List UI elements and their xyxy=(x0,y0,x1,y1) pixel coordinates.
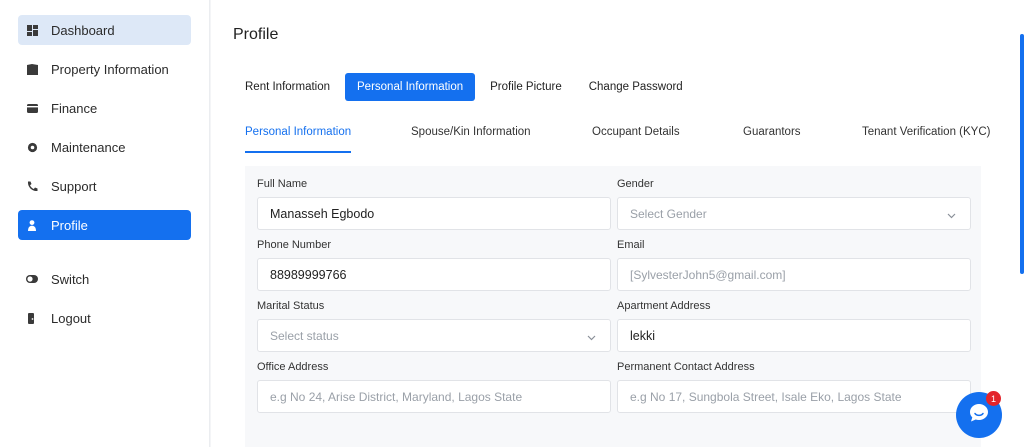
marital-status-label: Marital Status xyxy=(257,300,325,312)
phone-number-label: Phone Number xyxy=(257,239,331,251)
gear-icon xyxy=(26,141,38,153)
chevron-down-icon xyxy=(947,209,956,219)
gender-placeholder: Select Gender xyxy=(630,206,707,221)
marital-status-placeholder: Select status xyxy=(270,328,339,343)
switch-icon xyxy=(26,273,38,285)
sidebar-item-label: Support xyxy=(51,178,97,194)
sidebar-item-label: Profile xyxy=(51,217,88,233)
email-input[interactable]: [SylvesterJohn5@gmail.com] xyxy=(617,258,971,291)
sidebar-item-switch[interactable]: Switch xyxy=(18,264,191,294)
chat-notification-badge: 1 xyxy=(986,391,1001,406)
sidebar-item-property-information[interactable]: Property Information xyxy=(18,54,191,84)
page-title: Profile xyxy=(233,26,279,43)
phone-number-input[interactable]: 88989999766 xyxy=(257,258,611,291)
dashboard-icon xyxy=(26,24,38,36)
apartment-address-value: lekki xyxy=(630,328,656,343)
sidebar-item-finance[interactable]: Finance xyxy=(18,93,191,123)
sidebar-item-logout[interactable]: Logout xyxy=(18,303,191,333)
office-address-label: Office Address xyxy=(257,361,329,373)
apartment-address-label: Apartment Address xyxy=(617,300,711,312)
profile-tabs: Rent Information Personal Information Pr… xyxy=(233,73,698,101)
sidebar-item-label: Dashboard xyxy=(51,22,115,38)
full-name-label: Full Name xyxy=(257,178,308,190)
tab-profile-picture[interactable]: Profile Picture xyxy=(478,73,574,101)
main-content: Profile Rent Information Personal Inform… xyxy=(211,0,1024,447)
full-name-input[interactable]: Manasseh Egbodo xyxy=(257,197,611,230)
office-address-input[interactable]: e.g No 24, Arise District, Maryland, Lag… xyxy=(257,380,611,413)
logout-icon xyxy=(26,312,38,324)
permanent-address-label: Permanent Contact Address xyxy=(617,361,755,373)
sidebar-item-label: Switch xyxy=(51,271,90,287)
subtab-spouse-kin-information[interactable]: Spouse/Kin Information xyxy=(411,126,531,152)
building-icon xyxy=(26,63,38,75)
full-name-value: Manasseh Egbodo xyxy=(270,206,375,221)
subtab-occupant-details[interactable]: Occupant Details xyxy=(592,126,680,152)
user-icon xyxy=(26,219,38,231)
marital-status-select[interactable]: Select status xyxy=(257,319,611,352)
email-placeholder: [SylvesterJohn5@gmail.com] xyxy=(630,267,786,282)
sidebar-item-label: Finance xyxy=(51,100,98,116)
chat-bubble-icon xyxy=(968,402,990,429)
tab-personal-information[interactable]: Personal Information xyxy=(345,73,476,101)
chevron-down-icon xyxy=(587,331,596,341)
gender-select[interactable]: Select Gender xyxy=(617,197,971,230)
sidebar-item-label: Logout xyxy=(51,310,91,326)
permanent-address-input[interactable]: e.g No 17, Sungbola Street, Isale Eko, L… xyxy=(617,380,971,413)
personal-information-form: Full Name Manasseh Egbodo Gender Select … xyxy=(245,166,981,447)
permanent-address-placeholder: e.g No 17, Sungbola Street, Isale Eko, L… xyxy=(630,389,902,404)
gender-label: Gender xyxy=(617,178,654,190)
email-label: Email xyxy=(617,239,645,251)
sidebar-item-support[interactable]: Support xyxy=(18,171,191,201)
tab-rent-information[interactable]: Rent Information xyxy=(233,73,342,101)
apartment-address-input[interactable]: lekki xyxy=(617,319,971,352)
sidebar-item-label: Property Information xyxy=(51,61,169,77)
office-address-placeholder: e.g No 24, Arise District, Maryland, Lag… xyxy=(270,389,523,404)
sidebar-item-profile[interactable]: Profile xyxy=(18,210,191,240)
sidebar: Dashboard Property Information Finance M… xyxy=(0,0,210,447)
sidebar-item-maintenance[interactable]: Maintenance xyxy=(18,132,191,162)
phone-icon xyxy=(26,180,38,192)
sidebar-item-dashboard[interactable]: Dashboard xyxy=(18,15,191,45)
scrollbar[interactable] xyxy=(1020,34,1024,274)
sidebar-item-label: Maintenance xyxy=(51,139,126,155)
subtab-tenant-verification[interactable]: Tenant Verification (KYC) xyxy=(862,126,990,152)
phone-number-value: 88989999766 xyxy=(270,267,347,282)
wallet-icon xyxy=(26,102,38,114)
subtab-personal-information[interactable]: Personal Information xyxy=(245,126,352,153)
subtab-guarantors[interactable]: Guarantors xyxy=(743,126,801,152)
personal-subtabs: Personal Information Spouse/Kin Informat… xyxy=(245,126,1005,153)
tab-change-password[interactable]: Change Password xyxy=(577,73,695,101)
